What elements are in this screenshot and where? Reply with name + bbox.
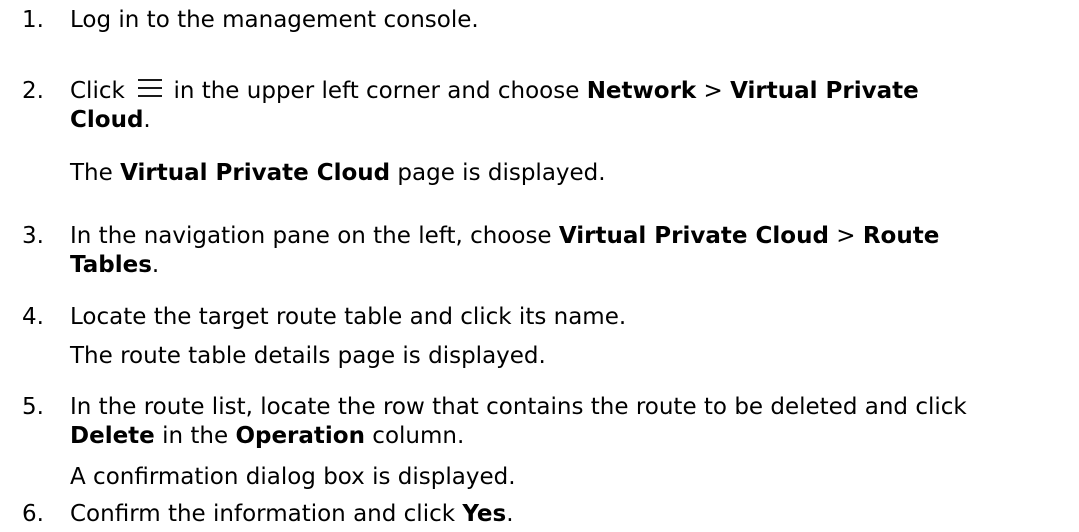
step-result: The Virtual Private Cloud page is displa… [70, 160, 606, 186]
menu-icon [138, 79, 163, 99]
menu-path-route-part1: Route [862, 223, 940, 249]
menu-path-vpc-part2: Cloud [70, 107, 144, 133]
step-number: 4. [22, 304, 44, 330]
menu-path-route-part2: Tables [70, 252, 152, 278]
step-text: Locate the target route table and click … [70, 304, 627, 330]
step-result: The route table details page is displaye… [70, 343, 546, 369]
step-text-pre: Click [70, 78, 125, 104]
step-text: Click in the upper left corner and choos… [70, 78, 919, 133]
operation-column-label: Operation [235, 423, 365, 449]
step-result: A confirmation dialog box is displayed. [70, 464, 516, 490]
procedure-steps: 1. Log in to the management console. 2. … [0, 0, 1079, 532]
delete-label: Delete [70, 423, 155, 449]
page-name: Virtual Private Cloud [120, 160, 391, 186]
menu-path-vpc: Virtual Private Cloud [558, 223, 829, 249]
step-text: In the navigation pane on the left, choo… [70, 223, 940, 278]
path-separator: > [828, 223, 863, 249]
step-number: 1. [22, 7, 44, 33]
step-text: Confirm the information and click Yes. [70, 501, 514, 527]
yes-label: Yes [462, 501, 507, 527]
step-number: 6. [22, 501, 44, 527]
step-text: In the route list, locate the row that c… [70, 394, 967, 449]
menu-path-network: Network [586, 78, 697, 104]
step-number: 2. [22, 78, 44, 104]
step-text-mid: in the upper left corner and choose [173, 78, 587, 104]
path-separator: > [696, 78, 731, 104]
menu-path-vpc-part1: Virtual Private [730, 78, 919, 104]
step-number: 5. [22, 394, 44, 420]
step-number: 3. [22, 223, 44, 249]
step-text: Log in to the management console. [70, 7, 479, 33]
